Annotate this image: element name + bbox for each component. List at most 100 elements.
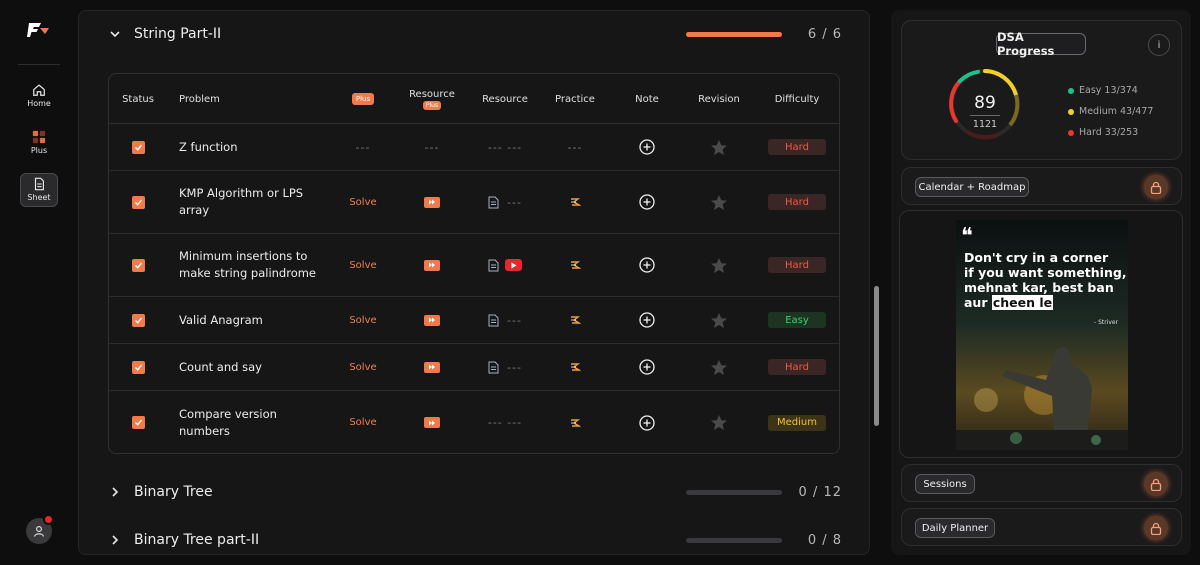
section-progress-bar (686, 537, 782, 543)
nav-sheet[interactable]: Sheet (20, 173, 58, 207)
check-icon (134, 317, 142, 324)
resource-plus-cell (405, 344, 459, 390)
star-icon[interactable] (710, 139, 728, 156)
star-icon[interactable] (710, 194, 728, 211)
empty-dash: --- (507, 313, 522, 327)
status-checkbox[interactable] (131, 416, 145, 429)
codestudio-icon[interactable] (569, 417, 581, 429)
sessions-button[interactable]: Sessions (915, 474, 975, 494)
star-icon[interactable] (710, 257, 728, 274)
chevron-right-icon[interactable] (109, 534, 121, 546)
problem-name[interactable]: Minimum insertions to make string palind… (179, 234, 329, 296)
add-note-icon[interactable] (639, 414, 655, 431)
daily-planner-button[interactable]: Daily Planner (915, 518, 995, 538)
status-checkbox[interactable] (131, 360, 145, 374)
check-icon (134, 144, 142, 151)
star-icon[interactable] (710, 312, 728, 329)
status-cell (109, 234, 167, 296)
section-header-string-part-ii[interactable]: String Part-II 6 / 6 (79, 14, 869, 54)
notification-dot (43, 514, 54, 525)
section-progress-fill (686, 31, 782, 37)
problem-name[interactable]: Compare version numbers (179, 391, 329, 453)
article-icon[interactable] (488, 196, 499, 209)
video-resource-icon[interactable] (424, 259, 440, 271)
codestudio-icon[interactable] (569, 196, 581, 208)
add-note-icon[interactable] (639, 194, 655, 210)
logo[interactable] (27, 20, 51, 40)
note-cell (619, 171, 675, 233)
add-note-icon[interactable] (639, 139, 655, 155)
difficulty-badge: Hard (768, 194, 826, 210)
practice-cell: --- (547, 124, 603, 170)
status-checkbox[interactable] (131, 258, 145, 272)
add-note-icon[interactable] (639, 359, 655, 375)
note-cell (619, 391, 675, 453)
th-status: Status (122, 93, 154, 105)
nav-plus-label: Plus (30, 146, 48, 155)
check-icon (134, 262, 142, 269)
status-cell (109, 171, 167, 233)
info-icon[interactable]: i (1148, 34, 1170, 56)
lock-button[interactable] (1144, 516, 1168, 540)
video-resource-icon[interactable] (424, 196, 440, 208)
solve-link[interactable]: Solve (349, 315, 376, 326)
revision-cell (689, 124, 749, 170)
difficulty-cell: Hard (765, 124, 829, 170)
video-resource-icon[interactable] (424, 361, 440, 373)
article-icon[interactable] (488, 259, 499, 272)
star-icon[interactable] (710, 414, 728, 431)
status-checkbox[interactable] (131, 140, 145, 154)
daily-planner-card[interactable]: Daily Planner (901, 508, 1182, 546)
difficulty-cell: Hard (765, 171, 829, 233)
nav-sheet-label: Sheet (27, 193, 51, 202)
lock-button[interactable] (1144, 175, 1168, 199)
problem-name[interactable]: Count and say (179, 344, 329, 390)
article-icon[interactable] (488, 314, 499, 327)
calendar-roadmap-button[interactable]: Calendar + Roadmap (915, 177, 1029, 197)
star-icon[interactable] (710, 359, 728, 376)
solve-link[interactable]: Solve (349, 197, 376, 208)
status-checkbox[interactable] (131, 195, 145, 209)
solve-link[interactable]: Solve (349, 260, 376, 271)
status-checkbox[interactable] (131, 313, 145, 327)
codestudio-icon[interactable] (569, 361, 581, 373)
solve-link[interactable]: Solve (349, 417, 376, 428)
problem-name[interactable]: Z function (179, 124, 329, 170)
practice-cell (547, 344, 603, 390)
chevron-right-icon[interactable] (109, 486, 121, 498)
resource-cell: --- --- (477, 391, 533, 453)
calendar-roadmap-card[interactable]: Calendar + Roadmap (901, 167, 1182, 205)
ring-medium-track (1008, 94, 1020, 127)
video-resource-icon[interactable] (424, 417, 440, 428)
plus-cell: Solve (339, 391, 387, 453)
problem-table: Status Problem Plus Resource Plus Resour… (108, 73, 840, 454)
th-difficulty: Difficulty (774, 93, 820, 105)
sessions-card[interactable]: Sessions (901, 464, 1182, 502)
problem-name[interactable]: Valid Anagram (179, 297, 329, 343)
youtube-icon[interactable] (505, 259, 522, 271)
section-progress-bar (686, 489, 782, 495)
nav-plus[interactable]: Plus (20, 127, 58, 161)
lock-button[interactable] (1144, 472, 1168, 496)
codestudio-icon[interactable] (569, 259, 581, 271)
resource-plus-cell (405, 391, 459, 453)
article-icon[interactable] (488, 361, 499, 374)
codestudio-icon[interactable] (569, 314, 581, 326)
right-panel: DSA Progress i 89 1121 Easy 13/374 Mediu… (891, 10, 1191, 555)
th-note: Note (635, 93, 659, 105)
table-row: Compare version numbers Solve --- --- Mediu… (109, 391, 839, 453)
section-header-binary-tree-part-ii[interactable]: Binary Tree part-II 0 / 8 (79, 520, 869, 554)
main-scrollbar[interactable] (872, 10, 882, 555)
nav-home[interactable]: Home (20, 80, 58, 114)
problem-name[interactable]: KMP Algorithm or LPS array (179, 171, 329, 233)
add-note-icon[interactable] (639, 257, 655, 273)
note-cell (619, 234, 675, 296)
scrollbar-thumb[interactable] (874, 286, 879, 426)
add-note-icon[interactable] (639, 312, 655, 328)
chevron-down-icon[interactable] (109, 28, 121, 40)
left-rail: Home Plus Sheet (0, 0, 78, 565)
user-avatar[interactable] (26, 514, 54, 544)
solve-link[interactable]: Solve (349, 362, 376, 373)
video-resource-icon[interactable] (424, 314, 440, 326)
section-header-binary-tree[interactable]: Binary Tree 0 / 12 (79, 472, 869, 512)
